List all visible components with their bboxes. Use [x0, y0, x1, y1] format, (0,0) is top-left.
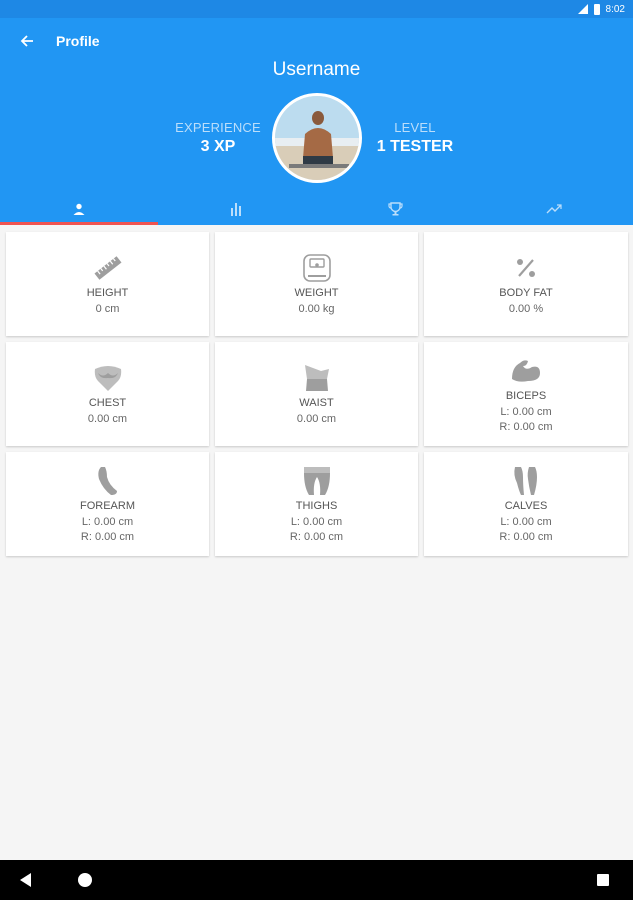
percent-icon: [509, 253, 543, 283]
measurements-grid: HEIGHT 0 cm WEIGHT 0.00 kg BODY FAT 0.00…: [6, 232, 629, 556]
calves-left: L: 0.00 cm: [500, 515, 552, 528]
biceps-title: BICEPS: [505, 389, 547, 402]
ruler-icon: [91, 253, 125, 283]
biceps-card[interactable]: BICEPS L: 0.00 cm R: 0.00 cm: [424, 342, 628, 446]
trophy-icon: [388, 201, 403, 215]
waist-value: 0.00 cm: [296, 413, 337, 425]
weight-value: 0.00 kg: [298, 303, 335, 315]
page-title: Profile: [56, 33, 100, 49]
weight-title: WEIGHT: [294, 287, 339, 299]
waist-card[interactable]: WAIST 0.00 cm: [215, 342, 418, 446]
thighs-left: L: 0.00 cm: [290, 515, 343, 528]
weight-card[interactable]: WEIGHT 0.00 kg: [215, 232, 418, 336]
experience-label: EXPERIENCE: [175, 120, 261, 135]
waist-icon: [300, 363, 334, 393]
experience-stat: EXPERIENCE 3 XP: [170, 120, 266, 156]
thighs-card[interactable]: THIGHS L: 0.00 cm R: 0.00 cm: [215, 452, 418, 556]
forearm-icon: [91, 466, 125, 496]
calves-right: R: 0.00 cm: [499, 530, 553, 543]
body-fat-card[interactable]: BODY FAT 0.00 %: [424, 232, 628, 336]
experience-value: 3 XP: [200, 138, 236, 155]
forearm-right: R: 0.00 cm: [80, 530, 135, 543]
forearm-left: L: 0.00 cm: [81, 515, 134, 528]
nav-back-icon[interactable]: [20, 873, 31, 887]
forearm-card[interactable]: FOREARM L: 0.00 cm R: 0.00 cm: [6, 452, 209, 556]
scale-icon: [300, 253, 334, 283]
forearm-title: FOREARM: [80, 499, 135, 512]
height-title: HEIGHT: [86, 287, 129, 299]
calves-title: CALVES: [504, 499, 548, 512]
tab-progress[interactable]: [475, 192, 633, 225]
biceps-right: R: 0.00 cm: [499, 420, 553, 433]
body-fat-value: 0.00 %: [508, 303, 544, 315]
profile-header: Profile Username EXPERIENCE 3 XP LEVEL 1…: [0, 18, 633, 225]
tab-statistics[interactable]: [158, 192, 316, 225]
calves-card[interactable]: CALVES L: 0.00 cm R: 0.00 cm: [424, 452, 628, 556]
biceps-icon: [509, 356, 543, 386]
tab-bar: [0, 192, 633, 225]
battery-icon: [593, 3, 600, 15]
username: Username: [272, 59, 361, 80]
chest-title: CHEST: [88, 397, 127, 409]
thighs-right: R: 0.00 cm: [289, 530, 344, 543]
tab-profile[interactable]: [0, 192, 159, 225]
body-fat-title: BODY FAT: [499, 287, 553, 299]
bar-chart-icon: [231, 202, 242, 216]
person-icon: [73, 203, 85, 215]
height-value: 0 cm: [95, 303, 120, 315]
thighs-icon: [300, 466, 334, 496]
signal-icon: [577, 4, 588, 14]
back-arrow-icon[interactable]: [14, 30, 40, 52]
system-navigation-bar: [0, 860, 633, 900]
waist-title: WAIST: [299, 397, 334, 409]
trending-icon: [546, 203, 562, 213]
chest-value: 0.00 cm: [87, 413, 128, 425]
level-label: LEVEL: [394, 120, 436, 135]
height-card[interactable]: HEIGHT 0 cm: [6, 232, 209, 336]
level-value: 1 TESTER: [376, 138, 454, 155]
biceps-left: L: 0.00 cm: [500, 405, 552, 418]
thighs-title: THIGHS: [295, 499, 338, 512]
chest-icon: [91, 363, 125, 393]
nav-home-icon[interactable]: [78, 873, 92, 887]
status-bar: 8:02: [0, 0, 633, 18]
status-time: 8:02: [605, 3, 625, 15]
avatar[interactable]: [272, 93, 362, 183]
nav-recents-icon[interactable]: [597, 874, 609, 886]
calves-icon: [509, 466, 543, 496]
level-stat: LEVEL 1 TESTER: [370, 120, 460, 156]
tab-achievements[interactable]: [317, 192, 475, 225]
chest-card[interactable]: CHEST 0.00 cm: [6, 342, 209, 446]
